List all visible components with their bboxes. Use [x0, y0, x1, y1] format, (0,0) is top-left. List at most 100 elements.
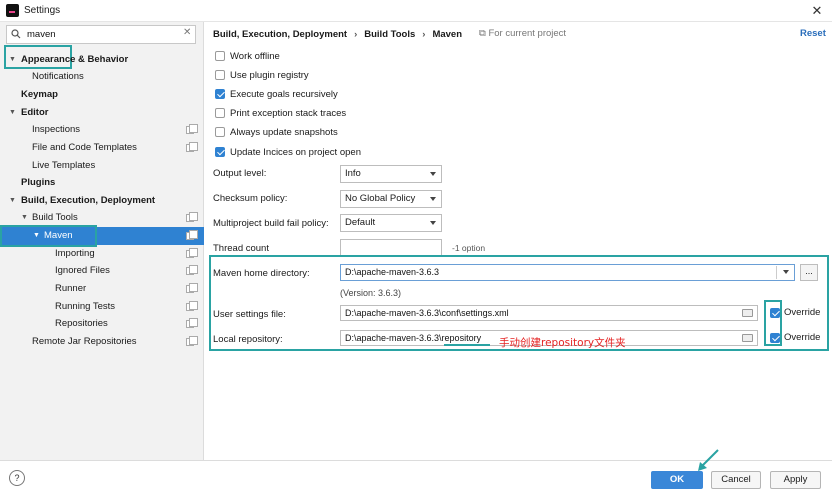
chevron-down-icon — [430, 221, 436, 225]
maven-home-value: D:\apache-maven-3.6.3 — [345, 267, 440, 277]
sidebar-item-label: Editor — [21, 107, 49, 118]
maven-highlight-annotation — [0, 225, 97, 247]
project-scope-icon — [186, 318, 198, 328]
execute-goals-recursively-checkbox[interactable]: Execute goals recursively — [215, 86, 338, 102]
repository-underline-annotation — [444, 344, 490, 346]
reset-link[interactable]: Reset — [800, 28, 826, 39]
breadcrumb: Build, Execution, Deployment › Build Too… — [213, 27, 462, 41]
project-scope-icon — [186, 230, 198, 240]
project-scope-icon — [186, 248, 198, 258]
update-indices-checkbox[interactable]: Update Incices on project open — [215, 144, 361, 160]
use-plugin-registry-checkbox[interactable]: Use plugin registry — [215, 67, 309, 83]
app-icon — [6, 4, 19, 17]
expand-arrow-icon: ▼ — [9, 109, 16, 116]
thread-count-label: Thread count — [213, 243, 269, 254]
sidebar-item-appearance-behavior[interactable]: ▼ Appearance & Behavior — [0, 51, 204, 69]
checkbox-box[interactable] — [215, 70, 225, 80]
maven-version-text: (Version: 3.6.3) — [340, 288, 402, 298]
title-bar: Settings ✕ — [0, 0, 832, 22]
sidebar-item-label: Remote Jar Repositories — [32, 336, 137, 347]
always-update-snapshots-checkbox[interactable]: Always update snapshots — [215, 124, 338, 140]
project-scope-icon — [186, 283, 198, 293]
override-label: Override — [784, 307, 821, 318]
sidebar-item-remote-jar-repositories[interactable]: Remote Jar Repositories — [0, 333, 204, 351]
sidebar-item-editor[interactable]: ▼ Editor — [0, 104, 204, 122]
sidebar-item-label: Notifications — [32, 71, 84, 82]
breadcrumb-item[interactable]: Build Tools — [364, 29, 415, 40]
annotation-text: 手动创建repository文件夹 — [499, 337, 626, 349]
output-level-select[interactable]: Info — [340, 165, 442, 183]
thread-count-input[interactable] — [340, 239, 442, 256]
sidebar-item-label: Plugins — [21, 177, 56, 188]
sidebar-item-notifications[interactable]: Notifications — [0, 68, 204, 86]
output-level-label: Output level: — [213, 168, 267, 179]
select-value: No Global Policy — [345, 193, 416, 204]
sidebar-item-label: Running Tests — [55, 301, 116, 312]
print-exception-stack-traces-checkbox[interactable]: Print exception stack traces — [215, 105, 346, 121]
checkbox-label: Always update snapshots — [230, 126, 338, 138]
search-input[interactable] — [27, 27, 177, 42]
breadcrumb-separator: › — [422, 28, 426, 40]
checkbox-box[interactable] — [215, 108, 225, 118]
close-icon[interactable]: ✕ — [808, 2, 826, 20]
chevron-down-icon — [430, 197, 436, 201]
breadcrumb-item[interactable]: Build, Execution, Deployment — [213, 29, 347, 40]
thread-count-hint: -1 option — [452, 243, 486, 253]
user-settings-value: D:\apache-maven-3.6.3\conf\settings.xml — [345, 308, 509, 318]
settings-sidebar: ✕ ▼ Appearance & Behavior Notifications … — [0, 22, 204, 460]
sidebar-item-repositories[interactable]: Repositories — [0, 315, 204, 333]
sidebar-item-file-code-templates[interactable]: File and Code Templates — [0, 139, 204, 157]
pointer-arrow-annotation — [698, 449, 719, 471]
checkbox-box[interactable] — [215, 127, 225, 137]
sidebar-item-label: Repositories — [55, 318, 108, 329]
sidebar-item-label: File and Code Templates — [32, 142, 137, 153]
sidebar-item-inspections[interactable]: Inspections — [0, 121, 204, 139]
apply-button[interactable]: Apply — [770, 471, 821, 489]
override-label: Override — [784, 332, 821, 343]
breadcrumb-separator: › — [354, 28, 358, 40]
sidebar-item-label: Runner — [55, 283, 87, 294]
folder-icon[interactable] — [742, 309, 753, 317]
sidebar-item-running-tests[interactable]: Running Tests — [0, 298, 204, 316]
sidebar-item-ignored-files[interactable]: Ignored Files — [0, 262, 204, 280]
checkbox-label: Update Incices on project open — [230, 146, 361, 158]
sidebar-item-label: Build, Execution, Deployment — [21, 195, 156, 206]
sidebar-item-label: Appearance & Behavior — [21, 54, 129, 65]
checkbox-label: Execute goals recursively — [230, 88, 338, 100]
checkbox-label: Print exception stack traces — [230, 107, 347, 119]
folder-icon[interactable] — [742, 334, 753, 342]
checkbox-label: Work offline — [230, 50, 280, 62]
sidebar-item-plugins[interactable]: Plugins — [0, 174, 204, 192]
sidebar-item-label: Live Templates — [32, 160, 96, 171]
sidebar-item-build-execution-deployment[interactable]: ▼ Build, Execution, Deployment — [0, 192, 204, 210]
sidebar-item-label: Importing — [55, 248, 95, 259]
sidebar-item-runner[interactable]: Runner — [0, 280, 204, 298]
override-highlight-annotation — [764, 300, 782, 346]
checkbox-box[interactable] — [215, 147, 225, 157]
checkbox-label: Use plugin registry — [230, 69, 309, 81]
expand-arrow-icon: ▼ — [9, 56, 16, 63]
project-scope-icon — [186, 124, 198, 134]
maven-home-select[interactable]: D:\apache-maven-3.6.3 — [340, 264, 795, 281]
user-settings-field[interactable]: D:\apache-maven-3.6.3\conf\settings.xml — [340, 305, 758, 321]
sidebar-item-label: Inspections — [32, 124, 81, 135]
checkbox-box[interactable] — [215, 89, 225, 99]
search-icon — [11, 29, 21, 39]
checksum-policy-select[interactable]: No Global Policy — [340, 190, 442, 208]
work-offline-checkbox[interactable]: Work offline — [215, 48, 280, 64]
multiproject-fail-policy-label: Multiproject build fail policy: — [213, 218, 329, 229]
sidebar-item-importing[interactable]: Importing — [0, 245, 204, 263]
checkbox-box[interactable] — [215, 51, 225, 61]
project-scope-icon — [186, 142, 198, 152]
sidebar-item-live-templates[interactable]: Live Templates — [0, 157, 204, 175]
multiproject-fail-policy-select[interactable]: Default — [340, 214, 442, 232]
chevron-down-icon — [430, 172, 436, 176]
help-button[interactable]: ? — [9, 470, 25, 486]
sidebar-item-keymap[interactable]: Keymap — [0, 86, 204, 104]
local-repository-value: D:\apache-maven-3.6.3\repository — [345, 333, 482, 343]
expand-arrow-icon: ▼ — [9, 197, 16, 204]
search-box[interactable]: ✕ — [6, 25, 196, 44]
select-value: Info — [345, 168, 361, 179]
browse-button[interactable]: ... — [800, 264, 818, 281]
clear-search-icon[interactable]: ✕ — [183, 27, 191, 38]
